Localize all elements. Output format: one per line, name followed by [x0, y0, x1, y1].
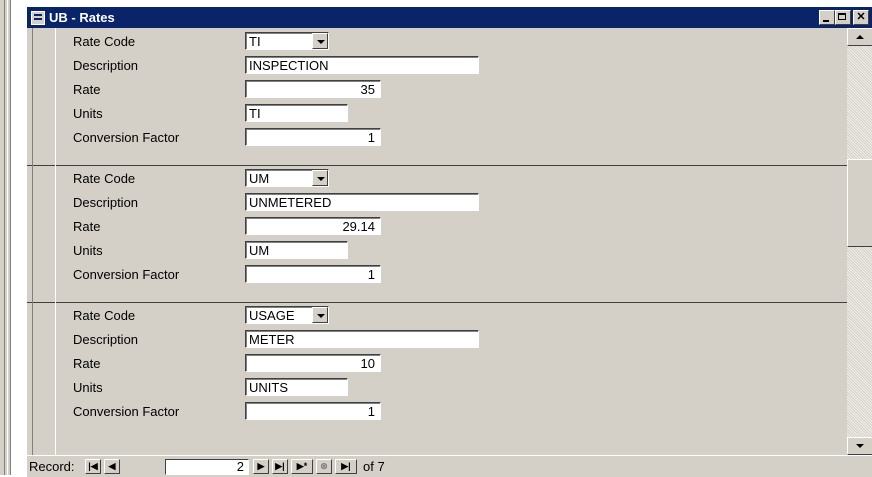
close-button[interactable]: ✕: [853, 10, 869, 25]
conversion-factor-field[interactable]: 1: [245, 402, 381, 420]
units-label: Units: [73, 243, 103, 258]
units-field[interactable]: UNITS: [245, 378, 348, 396]
rate-code-combo[interactable]: UM: [245, 169, 329, 187]
description-label: Description: [73, 58, 139, 73]
current-record-input[interactable]: 2: [165, 459, 249, 475]
conversion-factor-field[interactable]: 1: [245, 128, 381, 146]
form-record: Rate Code UM Description UNMETERED Rate …: [27, 165, 847, 303]
units-field[interactable]: UM: [245, 241, 348, 259]
form-icon: [31, 11, 45, 25]
rate-label: Rate: [73, 356, 101, 371]
previous-record-icon: ◀: [108, 461, 116, 471]
new-record-button[interactable]: ▶*: [291, 459, 313, 474]
app-frame-left: [0, 0, 11, 475]
rate-field[interactable]: 29.14: [245, 217, 381, 235]
rate-code-value: USAGE: [249, 308, 295, 323]
description-field[interactable]: UNMETERED: [245, 193, 479, 211]
description-label: Description: [73, 332, 139, 347]
chevron-down-icon[interactable]: [312, 33, 328, 49]
description-label: Description: [73, 195, 139, 210]
delete-record-button[interactable]: ⊗: [316, 459, 332, 474]
last-record-icon: ▶|: [275, 461, 285, 471]
description-field[interactable]: METER: [245, 330, 479, 348]
rate-code-combo[interactable]: USAGE: [245, 306, 329, 324]
units-label: Units: [73, 380, 103, 395]
rate-code-label: Rate Code: [73, 308, 136, 323]
record-selector[interactable]: [32, 28, 56, 165]
rate-code-label: Rate Code: [73, 171, 136, 186]
next-record-button[interactable]: ▶: [253, 459, 269, 474]
chevron-down-icon[interactable]: [312, 170, 328, 186]
rate-label: Rate: [73, 219, 101, 234]
first-record-icon: |◀: [88, 461, 98, 471]
units-field[interactable]: TI: [245, 104, 348, 122]
next-record-icon: ▶: [257, 461, 265, 471]
conversion-factor-field[interactable]: 1: [245, 265, 381, 283]
maximize-icon: [838, 13, 846, 20]
rate-field[interactable]: 35: [245, 80, 381, 98]
record-selector[interactable]: [32, 165, 56, 302]
rate-code-combo[interactable]: TI: [245, 32, 329, 50]
form-window: UB - Rates ✕ Rate Code TI Description IN…: [26, 6, 872, 477]
filter-record-icon: ▶|: [341, 461, 351, 471]
units-label: Units: [73, 106, 103, 121]
title-bar[interactable]: UB - Rates ✕: [27, 7, 872, 28]
continuous-form: Rate Code TI Description INSPECTION Rate…: [27, 28, 847, 455]
rate-code-value: UM: [249, 171, 270, 186]
record-selector[interactable]: [32, 302, 56, 455]
maximize-button[interactable]: [835, 10, 851, 25]
rate-code-label: Rate Code: [73, 34, 136, 49]
minimize-icon: [823, 20, 829, 22]
conversion-factor-label: Conversion Factor: [73, 404, 180, 419]
window-title: UB - Rates: [49, 10, 115, 25]
form-record: Rate Code USAGE Description METER Rate 1…: [27, 302, 847, 455]
conversion-factor-label: Conversion Factor: [73, 130, 180, 145]
scroll-up-button[interactable]: [847, 28, 872, 46]
rate-label: Rate: [73, 82, 101, 97]
description-field[interactable]: INSPECTION: [245, 56, 479, 74]
record-label: Record:: [29, 459, 75, 474]
record-navigation-bar: Record: |◀ ◀ 2 ▶ ▶| ▶* ⊗ ▶| of 7: [27, 455, 872, 477]
first-record-button[interactable]: |◀: [85, 459, 101, 474]
conversion-factor-label: Conversion Factor: [73, 267, 180, 282]
form-record: Rate Code TI Description INSPECTION Rate…: [27, 28, 847, 166]
record-count: of 7: [363, 459, 385, 474]
close-icon: ✕: [856, 11, 866, 23]
scroll-thumb[interactable]: [847, 159, 872, 247]
previous-record-button[interactable]: ◀: [104, 459, 120, 474]
filter-record-button[interactable]: ▶|: [335, 459, 357, 474]
rate-field[interactable]: 10: [245, 354, 381, 372]
new-record-icon: ▶*: [296, 461, 308, 471]
chevron-down-icon[interactable]: [312, 307, 328, 323]
delete-record-icon: ⊗: [320, 461, 328, 471]
scroll-down-button[interactable]: [847, 437, 872, 455]
rate-code-value: TI: [249, 34, 261, 49]
last-record-button[interactable]: ▶|: [272, 459, 288, 474]
vertical-scrollbar[interactable]: [847, 28, 872, 455]
minimize-button[interactable]: [819, 10, 835, 25]
